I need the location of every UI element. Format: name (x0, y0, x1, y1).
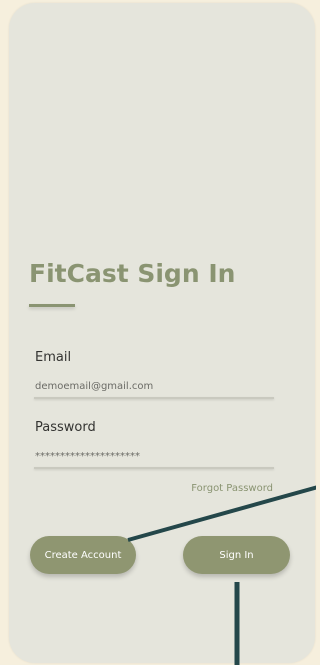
page-title: FitCast Sign In (29, 259, 236, 288)
sign-in-button[interactable]: Sign In (183, 536, 290, 574)
password-underline (34, 467, 274, 469)
phone-frame: FitCast Sign In Email demoemail@gmail.co… (9, 3, 315, 663)
create-account-button[interactable]: Create Account (30, 536, 136, 574)
forgot-password-link[interactable]: Forgot Password (191, 483, 273, 494)
email-label: Email (35, 350, 72, 365)
title-underline (29, 304, 75, 307)
password-label: Password (35, 420, 96, 435)
email-field[interactable]: demoemail@gmail.com (35, 381, 153, 392)
password-field[interactable]: ********************* (35, 451, 140, 462)
email-underline (34, 397, 274, 399)
